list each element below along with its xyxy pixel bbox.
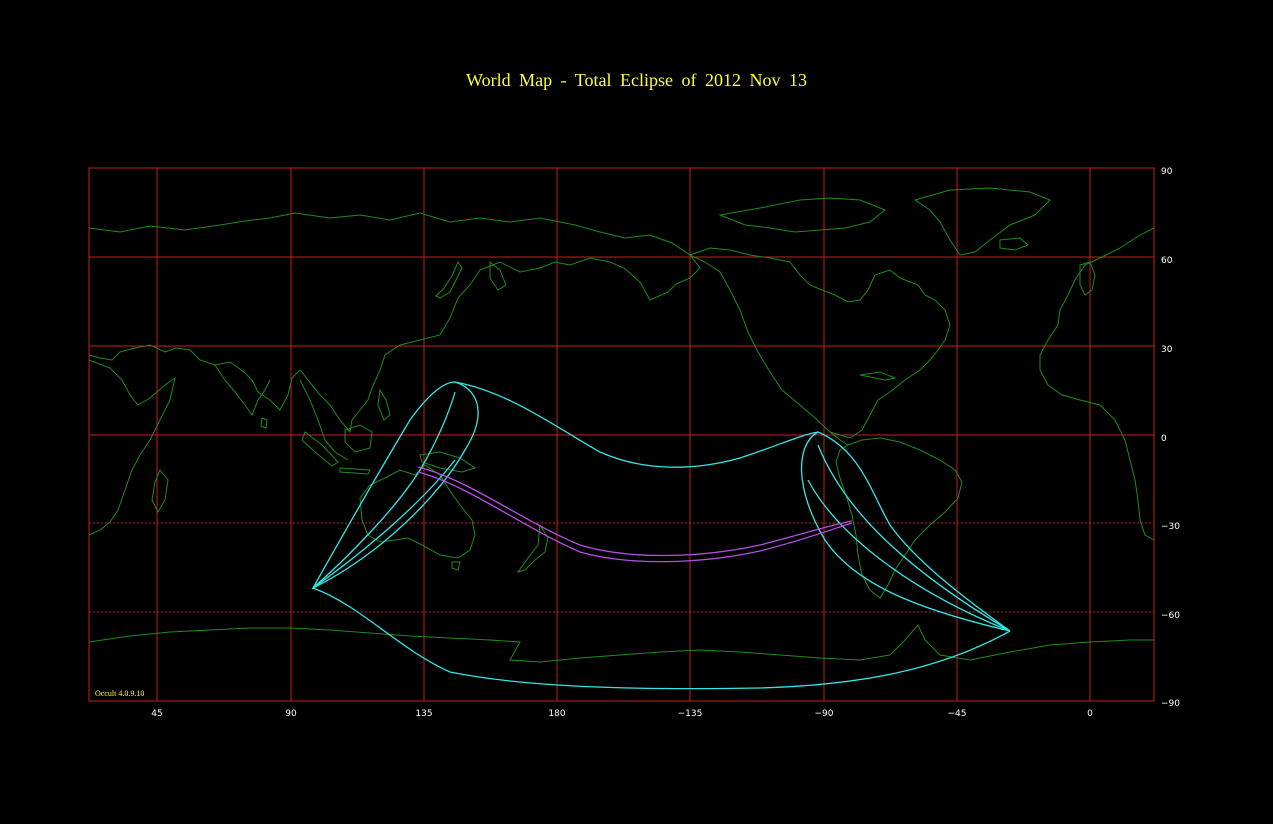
africa-coast	[88, 359, 176, 536]
x-tick-label: −90	[815, 709, 834, 719]
x-tick-label: 135	[415, 709, 432, 719]
x-tick-label: −135	[678, 709, 703, 719]
india-coast	[214, 364, 271, 417]
tasmania	[451, 561, 461, 571]
x-tick-label: 90	[285, 709, 297, 719]
y-axis-labels: 90 60 30 0 −30 −60 −90	[1161, 167, 1180, 709]
cuba	[859, 371, 897, 381]
x-axis-labels: 45 90 135 180 −135 −90 −45 0	[151, 709, 1093, 719]
penumbra-outline-east	[800, 431, 1011, 632]
sri-lanka	[260, 417, 268, 429]
penumbra-inner-west	[312, 391, 456, 589]
northern-limit	[454, 381, 819, 468]
new-zealand-coast	[516, 523, 549, 573]
coastlines	[88, 187, 1155, 663]
y-tick-label: −60	[1161, 611, 1180, 621]
y-tick-label: −90	[1161, 699, 1180, 709]
kamchatka-coast	[489, 260, 507, 291]
y-tick-label: 0	[1161, 434, 1167, 444]
central-america	[829, 431, 849, 446]
sea-coast	[299, 379, 349, 461]
x-tick-label: −45	[948, 709, 967, 719]
britain-coast	[1079, 261, 1096, 296]
y-tick-label: 90	[1161, 167, 1173, 177]
version-label: Occult 4.0.9.10	[95, 689, 144, 698]
iceland-coast	[999, 237, 1029, 251]
x-tick-label: 0	[1087, 709, 1093, 719]
y-tick-label: 30	[1161, 345, 1173, 355]
x-tick-label: 45	[151, 709, 162, 719]
europe-coast	[1039, 227, 1155, 541]
north-america-coast	[688, 247, 951, 439]
eurasia-coast	[88, 212, 701, 434]
totality-north-limit	[417, 466, 853, 557]
borneo-coast	[344, 424, 373, 453]
southern-limit	[312, 587, 1011, 690]
madagascar-coast	[151, 469, 169, 514]
totality-south-limit	[417, 471, 853, 563]
y-tick-label: 60	[1161, 256, 1173, 266]
arctic-islands	[718, 197, 886, 233]
java-coast	[339, 467, 371, 475]
x-tick-label: 180	[548, 709, 565, 719]
greenland-coast	[913, 187, 1051, 256]
world-map: 45 90 135 180 −135 −90 −45 0 90 60 30 0 …	[88, 167, 1180, 719]
japan-coast	[435, 260, 463, 299]
eclipse-boundaries	[311, 381, 1011, 690]
y-tick-label: −30	[1161, 522, 1180, 532]
antarctica-coast	[88, 624, 1154, 663]
central-path	[417, 466, 853, 563]
philippines-coast	[377, 388, 391, 421]
